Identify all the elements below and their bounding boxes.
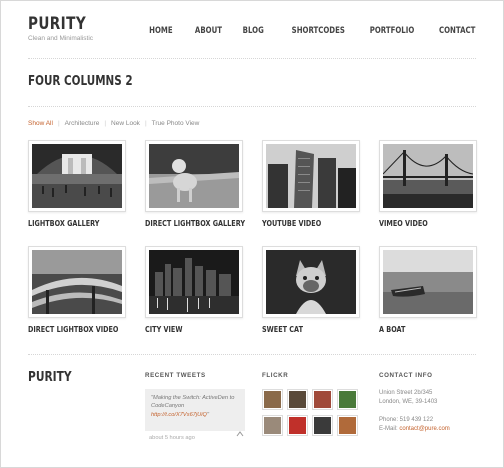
filter-new-look[interactable]: New Look	[111, 120, 140, 127]
portfolio-caption[interactable]: LIGHTBOX GALLERY	[28, 218, 106, 228]
page-title: FOUR COLUMNS 2	[28, 74, 133, 89]
title-divider	[28, 106, 476, 107]
nav-home[interactable]: HOME	[149, 26, 172, 36]
portfolio-item[interactable]: YOUTUBE VIDEO	[262, 140, 362, 228]
contact-street: Union Street 2b/345	[379, 390, 433, 396]
portfolio-thumbnail[interactable]	[145, 246, 243, 318]
portfolio-thumbnail[interactable]	[262, 140, 360, 212]
portfolio-thumbnail[interactable]	[28, 246, 126, 318]
city-night-image	[149, 250, 239, 314]
portfolio-thumbnail[interactable]	[28, 140, 126, 212]
nav-portfolio[interactable]: PORTFOLIO	[370, 26, 414, 36]
main-nav: HOME ABOUT BLOG SHORTCODES PORTFOLIO CON…	[128, 26, 475, 36]
tweet-text: "Making the Switch: ActiveDen to CodeCan…	[151, 395, 235, 410]
flickr-thumbnail[interactable]	[337, 389, 358, 410]
filter-separator: |	[144, 120, 147, 127]
portfolio-caption[interactable]: CITY VIEW	[145, 324, 223, 334]
site-logo[interactable]: PURITY Clean and Minimalistic	[28, 14, 101, 42]
tweet-time: about 5 hours ago	[149, 435, 195, 441]
portfolio-thumbnail[interactable]	[262, 246, 360, 318]
portfolio-item[interactable]: VIMEO VIDEO	[379, 140, 479, 228]
filter-show-all[interactable]: Show All	[28, 120, 53, 127]
filter-architecture[interactable]: Architecture	[65, 120, 100, 127]
tweet-box: "Making the Switch: ActiveDen to CodeCan…	[145, 389, 245, 431]
portfolio-item[interactable]: LIGHTBOX GALLERY	[28, 140, 128, 228]
nav-about[interactable]: ABOUT	[195, 26, 222, 36]
portfolio-caption[interactable]: YOUTUBE VIDEO	[262, 218, 340, 228]
flickr-thumbnail[interactable]	[337, 415, 358, 436]
portfolio-item[interactable]: SWEET CAT	[262, 246, 362, 334]
contact-phone: Phone: 519 439 122	[379, 417, 434, 423]
flickr-thumbnail[interactable]	[262, 415, 283, 436]
portfolio-caption[interactable]: A BOAT	[379, 324, 457, 334]
flickr-thumbnail[interactable]	[312, 389, 333, 410]
portfolio-caption[interactable]: VIMEO VIDEO	[379, 218, 457, 228]
flickr-heading: FLICKR	[262, 372, 289, 379]
boat-image	[383, 250, 473, 314]
flickr-thumbnail[interactable]	[262, 389, 283, 410]
flickr-thumbnail[interactable]	[312, 415, 333, 436]
portfolio-thumbnail[interactable]	[145, 140, 243, 212]
portfolio-item[interactable]: A BOAT	[379, 246, 479, 334]
tweet-link[interactable]: http://t.co/X7Vs67jUiQ	[151, 412, 207, 418]
highway-image	[32, 250, 122, 314]
nav-shortcodes[interactable]: SHORTCODES	[291, 26, 344, 36]
contact-info: Union Street 2b/345 London, WE, 39-1403 …	[379, 389, 450, 434]
cat-image	[266, 250, 356, 314]
train-station-image	[32, 144, 122, 208]
nav-contact[interactable]: CONTACT	[439, 26, 475, 36]
filter-separator: |	[57, 120, 60, 127]
recent-tweets-heading: RECENT TWEETS	[145, 372, 206, 379]
tweet-text-end: "	[206, 411, 209, 418]
filter-true-photo-view[interactable]: True Photo View	[152, 120, 200, 127]
header-divider	[28, 58, 476, 59]
portfolio-thumbnail[interactable]	[379, 246, 477, 318]
portfolio-item[interactable]: DIRECT LIGHTBOX GALLERY	[145, 140, 245, 228]
footer-divider	[28, 354, 476, 355]
portfolio-caption[interactable]: DIRECT LIGHTBOX VIDEO	[28, 324, 118, 334]
contact-email-row: E-Mail: contact@pure.com	[379, 425, 450, 434]
contact-spacer	[379, 407, 450, 416]
site-tagline: Clean and Minimalistic	[28, 35, 94, 42]
footer-logo[interactable]: PURITY	[28, 370, 72, 385]
portfolio-item[interactable]: DIRECT LIGHTBOX VIDEO	[28, 246, 128, 334]
filter-separator: |	[104, 120, 107, 127]
site-title: PURITY	[28, 14, 87, 34]
bridge-image	[383, 144, 473, 208]
flickr-thumbnail[interactable]	[287, 389, 308, 410]
portfolio-filters: Show All | Architecture | New Look | Tru…	[28, 120, 199, 127]
dog-image	[149, 144, 239, 208]
portfolio-item[interactable]: CITY VIEW	[145, 246, 245, 334]
contact-email-link[interactable]: contact@pure.com	[399, 426, 449, 432]
contact-city: London, WE, 39-1403	[379, 399, 438, 405]
portfolio-thumbnail[interactable]	[379, 140, 477, 212]
skyscrapers-image	[266, 144, 356, 208]
nav-blog[interactable]: BLOG	[242, 26, 263, 36]
flickr-thumbnail[interactable]	[287, 415, 308, 436]
retweet-icon[interactable]	[236, 431, 244, 437]
portfolio-caption[interactable]: SWEET CAT	[262, 324, 340, 334]
portfolio-caption[interactable]: DIRECT LIGHTBOX GALLERY	[145, 218, 245, 228]
contact-email-label: E-Mail:	[379, 426, 400, 432]
contact-heading: CONTACT INFO	[379, 372, 433, 379]
